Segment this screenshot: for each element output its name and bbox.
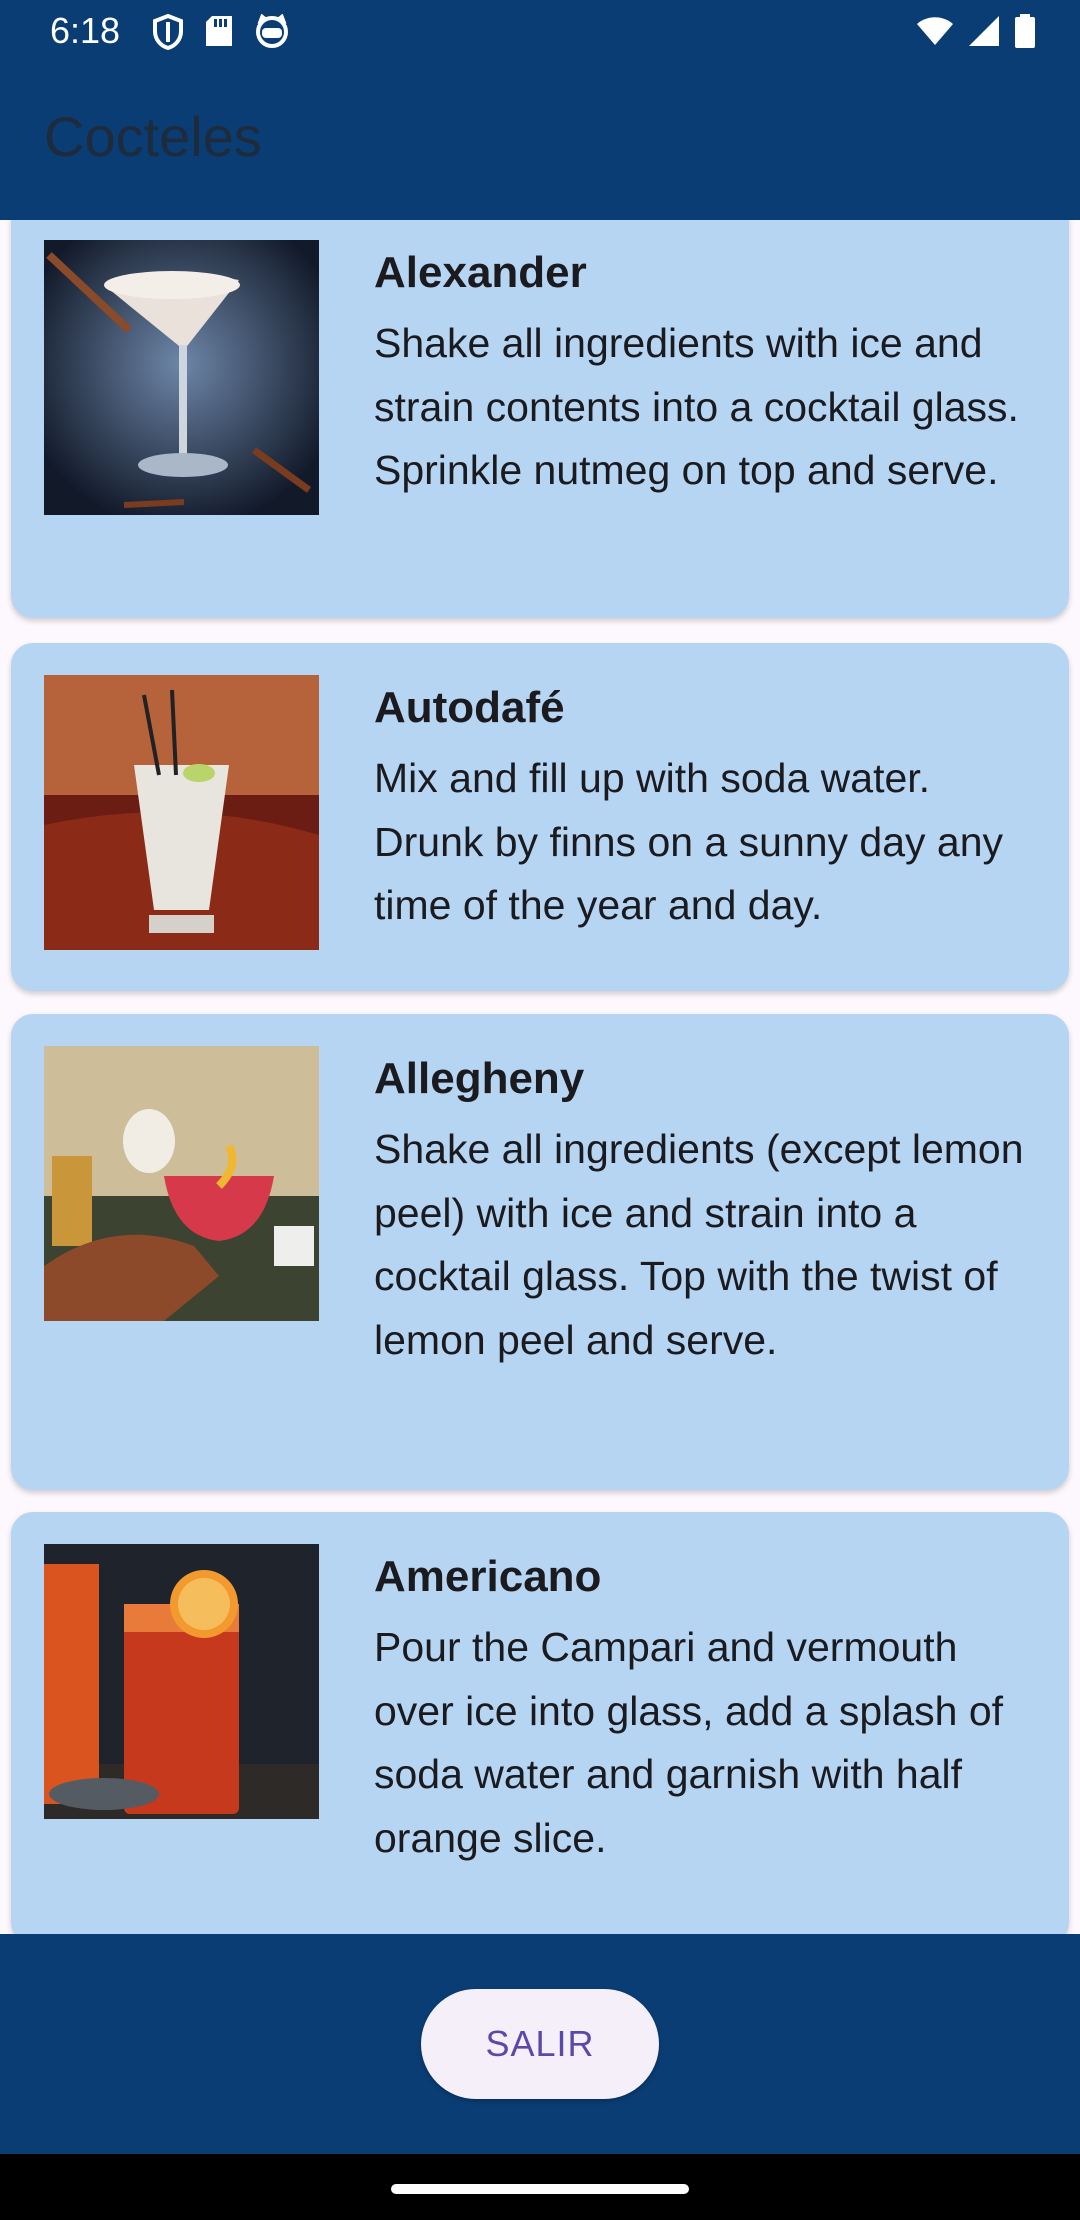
page-title: Cocteles: [44, 105, 262, 168]
cocktail-card-autodafe[interactable]: Autodafé Mix and fill up with soda water…: [11, 643, 1069, 991]
status-bar: 6:18: [0, 0, 1080, 64]
shield-icon: [152, 13, 184, 55]
cocktail-card-alexander[interactable]: Alexander Shake all ingredients with ice…: [11, 220, 1069, 618]
cocktail-list[interactable]: Alexander Shake all ingredients with ice…: [0, 220, 1080, 1934]
status-time: 6:18: [50, 10, 121, 51]
app-bar: Cocteles: [0, 64, 1080, 220]
cocktail-name: Americano: [374, 1552, 602, 1601]
cocktail-description: Shake all ingredients with ice and strai…: [374, 320, 1019, 493]
cocktail-card-americano[interactable]: Americano Pour the Campari and vermouth …: [11, 1512, 1069, 1934]
cocktail-card-allegheny[interactable]: Allegheny Shake all ingredients (except …: [11, 1014, 1069, 1490]
sd-card-icon: [204, 14, 234, 55]
exit-button[interactable]: SALIR: [421, 1989, 659, 2099]
cocktail-photo-americano: [44, 1544, 319, 1819]
cocktail-name: Allegheny: [374, 1054, 585, 1103]
cocktail-description: Shake all ingredients (except lemon peel…: [374, 1126, 1024, 1363]
cat-face-icon: [254, 13, 290, 55]
system-nav-bar: [0, 2154, 1080, 2220]
cocktail-photo-autodafe: [44, 675, 319, 950]
cocktail-name: Autodafé: [374, 683, 565, 732]
cocktail-photo-alexander: [44, 240, 319, 515]
battery-icon: [1014, 14, 1036, 53]
bottom-bar: SALIR: [0, 1934, 1080, 2154]
cocktail-description: Mix and fill up with soda water. Drunk b…: [374, 755, 1004, 928]
cocktail-name: Alexander: [374, 248, 587, 297]
cocktail-photo-allegheny: [44, 1046, 319, 1321]
wifi-icon: [916, 16, 954, 51]
signal-icon: [968, 15, 1000, 52]
cocktail-description: Pour the Campari and vermouth over ice i…: [374, 1624, 1004, 1861]
home-indicator[interactable]: [391, 2184, 689, 2194]
